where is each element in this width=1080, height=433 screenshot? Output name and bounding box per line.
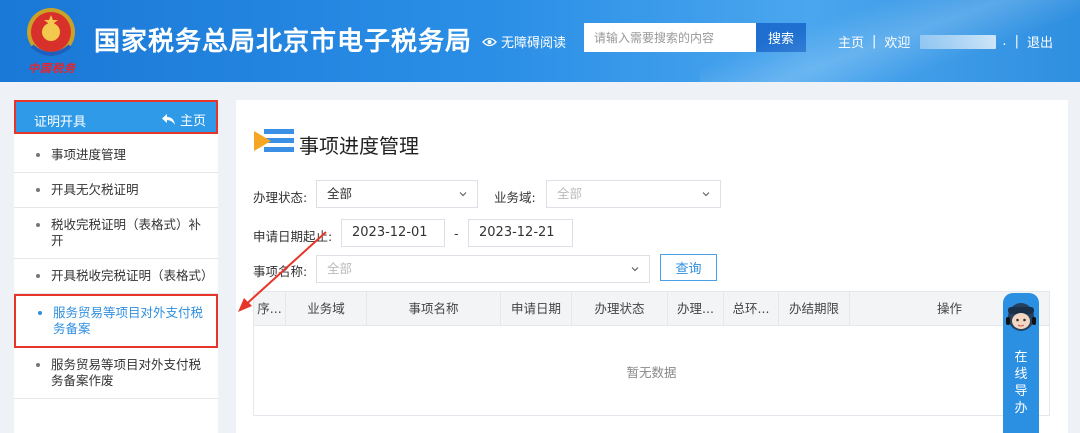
site-header: 中国税务 国家税务总局北京市电子税务局 无障碍阅读 搜索 主页 | 欢迎 . |… bbox=[0, 0, 1080, 82]
eye-icon bbox=[482, 37, 497, 46]
search-button[interactable]: 搜索 bbox=[756, 23, 806, 52]
domain-label: 业务域: bbox=[494, 190, 536, 205]
status-label: 办理状态: bbox=[253, 190, 308, 205]
page-title: 事项进度管理 bbox=[299, 134, 419, 158]
status-select-value: 全部 bbox=[327, 186, 353, 201]
reply-arrow-icon bbox=[161, 114, 175, 125]
domain-select-value: 全部 bbox=[557, 186, 583, 201]
online-guide-widget[interactable]: 在线导办 bbox=[1003, 293, 1039, 433]
welcome-suffix: . bbox=[1002, 34, 1007, 49]
sidebar-item-payment-filing[interactable]: 服务贸易等项目对外支付税务备案 bbox=[14, 294, 218, 348]
query-button[interactable]: 查询 bbox=[660, 254, 717, 281]
site-title: 国家税务总局北京市电子税务局 bbox=[94, 27, 473, 57]
annotation-arrow bbox=[238, 231, 327, 312]
main-panel: 事项进度管理 办理状态: 全部 业务域: 全部 申请日期起止: 2023-12-… bbox=[236, 100, 1068, 433]
sidebar-item-progress[interactable]: 事项进度管理 bbox=[14, 138, 218, 173]
nav-separator: | bbox=[872, 34, 877, 49]
logout-link[interactable]: 退出 bbox=[1027, 32, 1053, 51]
chevron-down-icon bbox=[702, 192, 710, 197]
date-separator: - bbox=[454, 226, 459, 241]
assistant-avatar-icon bbox=[1006, 303, 1036, 331]
column-header[interactable]: 办理... bbox=[668, 292, 724, 325]
chevron-down-icon bbox=[631, 267, 639, 272]
nav-separator: | bbox=[1014, 34, 1019, 49]
table-header: 序... 业务域 事项名称 申请日期 办理状态 办理... 总环... 办结期限… bbox=[254, 292, 1049, 326]
column-header[interactable]: 办结期限 bbox=[779, 292, 850, 325]
sidebar-item-payment-filing-void[interactable]: 服务贸易等项目对外支付税务备案作废 bbox=[14, 348, 218, 399]
sidebar-header: 证明开具 主页 bbox=[14, 100, 218, 134]
sidebar-item-tax-cert-reissue[interactable]: 税收完税证明（表格式）补开 bbox=[14, 208, 218, 259]
column-header[interactable]: 办理状态 bbox=[572, 292, 668, 325]
nav-home-link[interactable]: 主页 bbox=[838, 32, 864, 51]
date-from-input[interactable]: 2023-12-01 bbox=[341, 219, 445, 247]
chevron-down-icon bbox=[459, 192, 467, 197]
results-table: 序... 业务域 事项名称 申请日期 办理状态 办理... 总环... 办结期限… bbox=[253, 291, 1050, 416]
national-emblem-icon bbox=[27, 8, 75, 56]
domain-select[interactable]: 全部 bbox=[546, 180, 721, 208]
empty-state-text: 暂无数据 bbox=[626, 365, 677, 380]
accessibility-link[interactable]: 无障碍阅读 bbox=[482, 32, 566, 51]
sidebar: 证明开具 主页 事项进度管理 开具无欠税证明 税收完税证明（表格式）补开 开具税… bbox=[14, 100, 218, 433]
column-header[interactable]: 事项名称 bbox=[367, 292, 501, 325]
search-input[interactable] bbox=[584, 23, 756, 52]
column-header[interactable]: 申请日期 bbox=[501, 292, 572, 325]
sidebar-item-tax-cert[interactable]: 开具税收完税证明（表格式） bbox=[14, 259, 218, 294]
status-select[interactable]: 全部 bbox=[316, 180, 478, 208]
welcome-text: 欢迎 bbox=[884, 36, 911, 51]
top-nav: 主页 | 欢迎 . | 退出 bbox=[838, 32, 1053, 51]
date-to-input[interactable]: 2023-12-21 bbox=[468, 219, 573, 247]
list-play-icon bbox=[254, 129, 294, 152]
item-name-select[interactable]: 全部 bbox=[316, 255, 650, 283]
guide-label: 在线导办 bbox=[1003, 349, 1039, 417]
column-header[interactable]: 总环... bbox=[724, 292, 779, 325]
guide-label-text: 在线导办 bbox=[1014, 350, 1028, 416]
sidebar-menu: 事项进度管理 开具无欠税证明 税收完税证明（表格式）补开 开具税收完税证明（表格… bbox=[14, 138, 218, 399]
sidebar-title: 证明开具 bbox=[34, 115, 87, 130]
sidebar-item-no-arrears[interactable]: 开具无欠税证明 bbox=[14, 173, 218, 208]
emblem-caption: 中国税务 bbox=[28, 62, 76, 75]
sidebar-home-link[interactable]: 主页 bbox=[161, 110, 206, 129]
accessibility-label: 无障碍阅读 bbox=[501, 36, 567, 51]
masked-username bbox=[920, 34, 997, 49]
sidebar-home-label: 主页 bbox=[179, 114, 206, 129]
